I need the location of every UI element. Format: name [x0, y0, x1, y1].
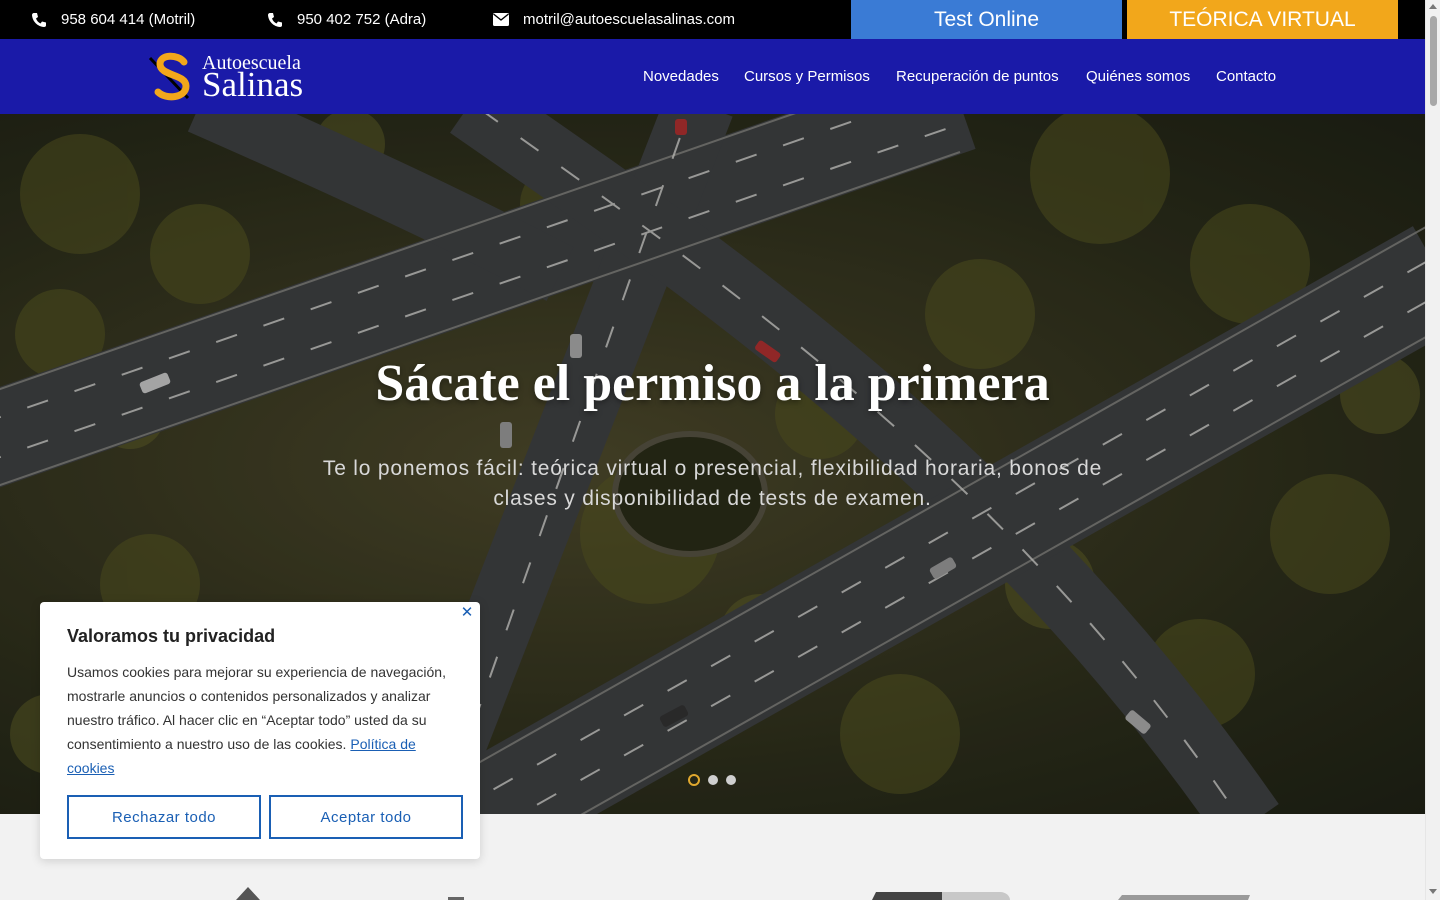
nav-link[interactable]: Novedades [643, 68, 719, 85]
close-icon[interactable]: ✕ [459, 603, 475, 621]
slider-pagination [688, 774, 736, 786]
accept-all-button[interactable]: Aceptar todo [269, 795, 463, 839]
scrollbar-thumb[interactable] [1430, 16, 1437, 106]
cookie-consent-dialog: ✕ Valoramos tu privacidad Usamos cookies… [40, 602, 480, 859]
nav-link[interactable]: Quiénes somos [1086, 68, 1190, 85]
phone-motril[interactable]: 958 604 414 (Motril) [30, 0, 195, 39]
nav-item-cursos[interactable]: Cursos y Permisos [744, 39, 870, 114]
phone-icon [266, 11, 284, 29]
phone-motril-label: 958 604 414 (Motril) [61, 11, 196, 28]
top-bar: 958 604 414 (Motril) 950 402 752 (Adra) … [0, 0, 1425, 39]
logo-text-main: Salinas [202, 65, 304, 104]
cookie-text: Usamos cookies para mejorar su experienc… [67, 660, 457, 780]
nav-item-novedades[interactable]: Novedades [643, 39, 719, 114]
nav-item-quienes[interactable]: Quiénes somos [1086, 39, 1190, 114]
teorica-virtual-button[interactable]: TEÓRICA VIRTUAL [1127, 0, 1398, 39]
envelope-icon [492, 11, 510, 29]
cookie-title: Valoramos tu privacidad [67, 626, 276, 646]
slider-dot-2[interactable] [708, 775, 718, 785]
phone-adra[interactable]: 950 402 752 (Adra) [266, 0, 426, 39]
hero-title: Sácate el permiso a la primera [375, 355, 1050, 412]
scroll-down-arrow-icon[interactable] [1429, 889, 1437, 894]
logo-s-icon [148, 52, 190, 101]
reject-all-button[interactable]: Rechazar todo [67, 795, 261, 839]
slider-dot-3[interactable] [726, 775, 736, 785]
phone-icon [30, 11, 48, 29]
scroll-up-arrow-icon[interactable] [1429, 4, 1437, 9]
nav-link[interactable]: Recuperación de puntos [896, 68, 1059, 85]
nav-link[interactable]: Contacto [1216, 68, 1276, 85]
hero-subtitle: Te lo ponemos fácil: teórica virtual o p… [322, 457, 1103, 510]
email-link[interactable]: motril@autoescuelasalinas.com [492, 0, 735, 39]
nav-item-recuperacion[interactable]: Recuperación de puntos [896, 39, 1059, 114]
nav-link[interactable]: Cursos y Permisos [744, 68, 870, 85]
page-scrollbar[interactable] [1425, 0, 1440, 900]
test-online-button[interactable]: Test Online [851, 0, 1122, 39]
slider-dot-1[interactable] [688, 774, 700, 786]
nav-item-contacto[interactable]: Contacto [1216, 39, 1276, 114]
email-label: motril@autoescuelasalinas.com [523, 11, 735, 28]
logo[interactable]: Autoescuela Salinas [148, 52, 323, 104]
phone-adra-label: 950 402 752 (Adra) [297, 11, 427, 28]
